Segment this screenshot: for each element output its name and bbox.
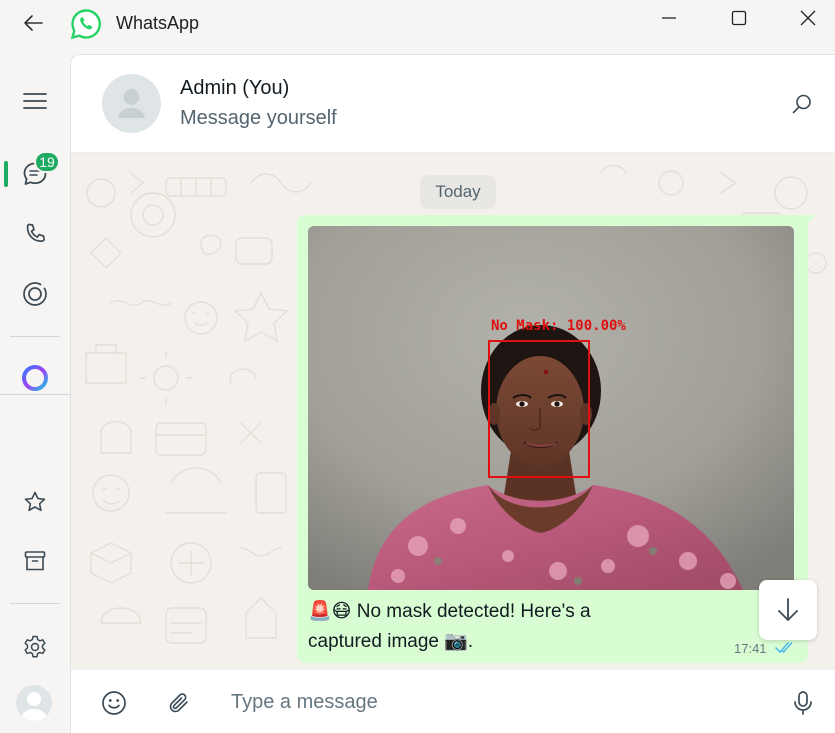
- rail-divider: [0, 394, 70, 395]
- caption-line-2: captured image 📷.: [308, 631, 474, 652]
- search-icon: [792, 94, 811, 114]
- starred-button[interactable]: [15, 482, 55, 522]
- message-list[interactable]: Today No Mask: 100.00% 🚨😷 No mask detect…: [71, 153, 835, 669]
- title-bar: WhatsApp: [0, 0, 835, 54]
- captured-photo-image: [308, 226, 794, 590]
- scroll-down-icon: [778, 598, 798, 621]
- app-title: WhatsApp: [116, 13, 200, 33]
- close-icon: [800, 10, 816, 26]
- detection-label: No Mask: 100.00%: [491, 318, 626, 334]
- emoji-button[interactable]: [100, 689, 128, 717]
- maximize-icon: [731, 10, 747, 26]
- default-avatar-icon: [118, 89, 145, 118]
- calls-button[interactable]: [15, 214, 55, 254]
- emoji-icon: [102, 691, 126, 715]
- message-caption: 🚨😷 No mask detected! Here's a captured i…: [308, 597, 728, 657]
- scroll-to-bottom-button[interactable]: [759, 580, 817, 640]
- attach-button[interactable]: [165, 689, 193, 717]
- meta-ai-icon: [22, 365, 48, 391]
- microphone-icon: [794, 691, 812, 715]
- voice-message-button[interactable]: [789, 689, 817, 717]
- whatsapp-logo-icon: [70, 9, 101, 40]
- captured-photo[interactable]: No Mask: 100.00%: [308, 226, 794, 590]
- archive-icon: [24, 551, 46, 571]
- active-indicator: [4, 161, 8, 187]
- rail-divider: [10, 603, 60, 604]
- starred-icon: [24, 491, 46, 512]
- status-button[interactable]: [15, 274, 55, 314]
- profile-button[interactable]: [16, 685, 52, 721]
- menu-icon: [23, 93, 47, 109]
- calls-icon: [26, 223, 45, 242]
- search-chat-button[interactable]: [789, 91, 815, 117]
- outgoing-message[interactable]: No Mask: 100.00% 🚨😷 No mask detected! He…: [297, 215, 808, 663]
- chat-header[interactable]: Admin (You) Message yourself: [71, 55, 835, 153]
- menu-button[interactable]: [15, 81, 55, 121]
- contact-subtitle: Message yourself: [180, 107, 337, 129]
- message-time: 17:41: [734, 641, 767, 656]
- archived-button[interactable]: [15, 541, 55, 581]
- message-input[interactable]: [231, 682, 751, 722]
- caption-line-1: 🚨😷 No mask detected! Here's a: [308, 601, 591, 622]
- navigation-rail: 19: [0, 54, 70, 733]
- back-button[interactable]: [20, 10, 46, 36]
- read-ticks-icon: [775, 642, 793, 653]
- contact-name[interactable]: Admin (You): [180, 77, 289, 100]
- minimize-icon: [662, 17, 676, 19]
- settings-button[interactable]: [15, 627, 55, 667]
- maximize-button[interactable]: [722, 6, 756, 30]
- status-icon: [23, 282, 47, 306]
- profile-avatar-icon: [20, 692, 48, 721]
- date-separator: Today: [420, 175, 496, 209]
- attach-icon: [169, 693, 188, 713]
- back-arrow-icon: [24, 15, 43, 31]
- contact-avatar[interactable]: [102, 74, 161, 133]
- rail-divider: [10, 336, 60, 337]
- minimize-button[interactable]: [652, 6, 686, 30]
- chat-panel: Admin (You) Message yourself Today No Ma…: [70, 54, 835, 733]
- close-window-button[interactable]: [791, 6, 825, 30]
- unread-badge: 19: [34, 151, 60, 173]
- message-composer: [71, 669, 835, 733]
- settings-icon: [24, 635, 46, 658]
- meta-ai-button[interactable]: [15, 358, 55, 398]
